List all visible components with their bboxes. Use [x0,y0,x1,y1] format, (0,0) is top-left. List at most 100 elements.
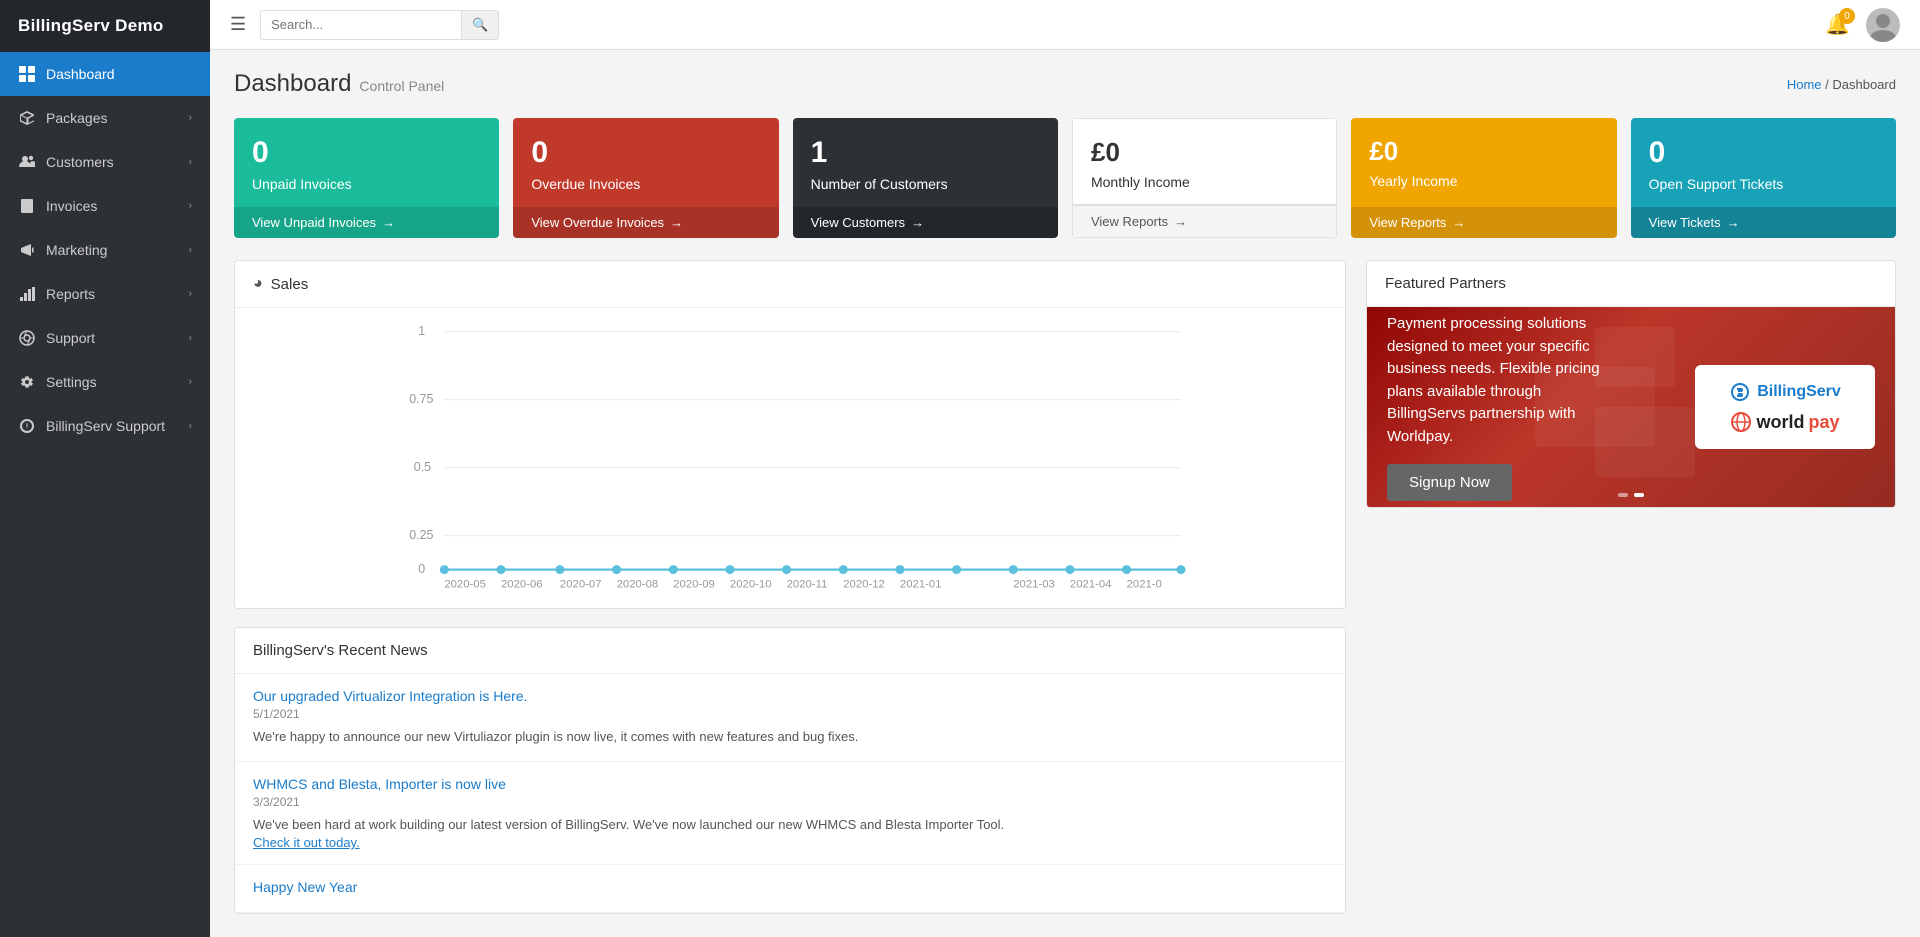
worldpay-logo: worldpay [1730,411,1839,433]
news-item-date: 3/3/2021 [253,795,1327,809]
sidebar-item-label: Customers [46,154,114,170]
sidebar-item-invoices[interactable]: Invoices › [0,184,210,228]
banner-dot-active[interactable] [1634,493,1644,497]
stat-card-support-tickets: 0 Open Support Tickets View Tickets → [1631,118,1896,238]
stat-card-monthly-income: £0 Monthly Income View Reports → [1072,118,1337,238]
svg-text:2020-12: 2020-12 [843,579,885,590]
banner-dot[interactable] [1618,493,1628,497]
stat-label: Number of Customers [811,176,1040,192]
sidebar-item-label: Support [46,330,95,346]
svg-text:2021-01: 2021-01 [900,579,942,590]
arrow-icon: → [1727,215,1740,230]
view-reports-yearly-link[interactable]: View Reports → [1351,207,1616,238]
view-reports-monthly-link[interactable]: View Reports → [1072,205,1337,238]
search-button[interactable]: 🔍 [461,11,498,39]
hamburger-icon[interactable]: ☰ [230,14,246,35]
sales-title: Sales [271,276,309,293]
news-header: BillingServ's Recent News [235,628,1345,674]
sidebar-item-marketing[interactable]: Marketing › [0,228,210,272]
stat-card-customers: 1 Number of Customers View Customers → [793,118,1058,238]
chevron-right-icon: › [188,112,192,124]
sidebar-item-customers[interactable]: Customers › [0,140,210,184]
view-overdue-invoices-link[interactable]: View Overdue Invoices → [513,207,778,238]
chevron-right-icon: › [188,332,192,344]
svg-text:2020-10: 2020-10 [730,579,772,590]
main-panel: ☰ 🔍 🔔 0 Dashboard Control Panel Home [210,0,1920,937]
stat-label: Yearly Income [1369,173,1598,189]
news-item-title[interactable]: WHMCS and Blesta, Importer is now live [253,776,1327,792]
sidebar-item-label: Reports [46,286,95,302]
svg-text:0.75: 0.75 [409,392,433,406]
view-tickets-link[interactable]: View Tickets → [1631,207,1896,238]
sidebar-logo: BillingServ Demo [0,0,210,52]
sidebar-item-label: BillingServ Support [46,418,165,434]
marketing-icon [18,241,36,259]
stat-label: Unpaid Invoices [252,176,481,192]
breadcrumb-current: Dashboard [1832,77,1896,92]
arrow-icon: → [670,215,683,230]
view-unpaid-invoices-link[interactable]: View Unpaid Invoices → [234,207,499,238]
topbar: ☰ 🔍 🔔 0 [210,0,1920,50]
svg-text:2021-03: 2021-03 [1013,579,1055,590]
lower-section: ◕ Sales 1 0.75 0.5 0.25 0 [234,260,1896,914]
chevron-right-icon: › [188,420,192,432]
stat-card-overdue-invoices: 0 Overdue Invoices View Overdue Invoices… [513,118,778,238]
invoices-icon [18,197,36,215]
sidebar-item-dashboard[interactable]: Dashboard [0,52,210,96]
sidebar-item-reports[interactable]: Reports › [0,272,210,316]
chevron-right-icon: › [188,244,192,256]
sales-card: ◕ Sales 1 0.75 0.5 0.25 0 [234,260,1346,609]
news-item-link[interactable]: Check it out today. [253,835,360,850]
svg-text:0.25: 0.25 [409,528,433,542]
arrow-icon: → [911,215,924,230]
notification-badge: 0 [1839,8,1855,24]
stat-card-top: 0 Open Support Tickets [1631,118,1896,207]
news-item: Our upgraded Virtualizor Integration is … [235,674,1345,762]
stat-card-top: 0 Overdue Invoices [513,118,778,207]
chart-container: 1 0.75 0.5 0.25 0 2020- [235,308,1345,608]
arrow-icon: → [382,215,395,230]
chevron-right-icon: › [188,200,192,212]
sidebar-item-settings[interactable]: Settings › [0,360,210,404]
signup-button[interactable]: Signup Now [1387,464,1512,501]
stat-card-top: 1 Number of Customers [793,118,1058,207]
chevron-right-icon: › [188,288,192,300]
stat-card-unpaid-invoices: 0 Unpaid Invoices View Unpaid Invoices → [234,118,499,238]
right-panel: Featured Partners Payment process [1366,260,1896,914]
partner-banner-right: BillingServ worldpay [1695,365,1875,449]
svg-text:2020-08: 2020-08 [617,579,659,590]
stat-label: Overdue Invoices [531,176,760,192]
view-customers-link[interactable]: View Customers → [793,207,1058,238]
stat-number: 0 [531,136,760,170]
stat-number: 0 [1649,136,1878,170]
sidebar-item-billingserv-support[interactable]: BillingServ Support › [0,404,210,448]
arrow-icon: → [1174,214,1187,229]
avatar[interactable] [1866,8,1900,42]
svg-text:2021-0: 2021-0 [1127,579,1162,590]
search-box: 🔍 [260,10,499,40]
sidebar-item-packages[interactable]: Packages › [0,96,210,140]
search-input[interactable] [261,11,461,38]
sidebar-item-label: Settings [46,374,97,390]
svg-text:2020-07: 2020-07 [560,579,602,590]
content-area: Dashboard Control Panel Home / Dashboard… [210,50,1920,937]
featured-header: Featured Partners [1367,261,1895,307]
sidebar-item-label: Packages [46,110,107,126]
news-item-title[interactable]: Our upgraded Virtualizor Integration is … [253,688,1327,704]
breadcrumb-home-link[interactable]: Home [1787,77,1822,92]
stat-label: Open Support Tickets [1649,176,1878,192]
svg-text:2020-06: 2020-06 [501,579,543,590]
stat-card-top: 0 Unpaid Invoices [234,118,499,207]
stat-card-top: £0 Yearly Income [1351,118,1616,207]
sidebar-item-support[interactable]: Support › [0,316,210,360]
reports-icon [18,285,36,303]
worldpay-text-red: pay [1808,412,1839,433]
news-item-title[interactable]: Happy New Year [253,879,1327,895]
stat-number: £0 [1369,136,1598,167]
svg-text:2020-09: 2020-09 [673,579,715,590]
topbar-right: 🔔 0 [1825,8,1900,42]
customers-icon [18,153,36,171]
notification-bell[interactable]: 🔔 0 [1825,12,1850,37]
page-title: Dashboard [234,70,351,98]
news-item-body: We've been hard at work building our lat… [253,815,1327,835]
